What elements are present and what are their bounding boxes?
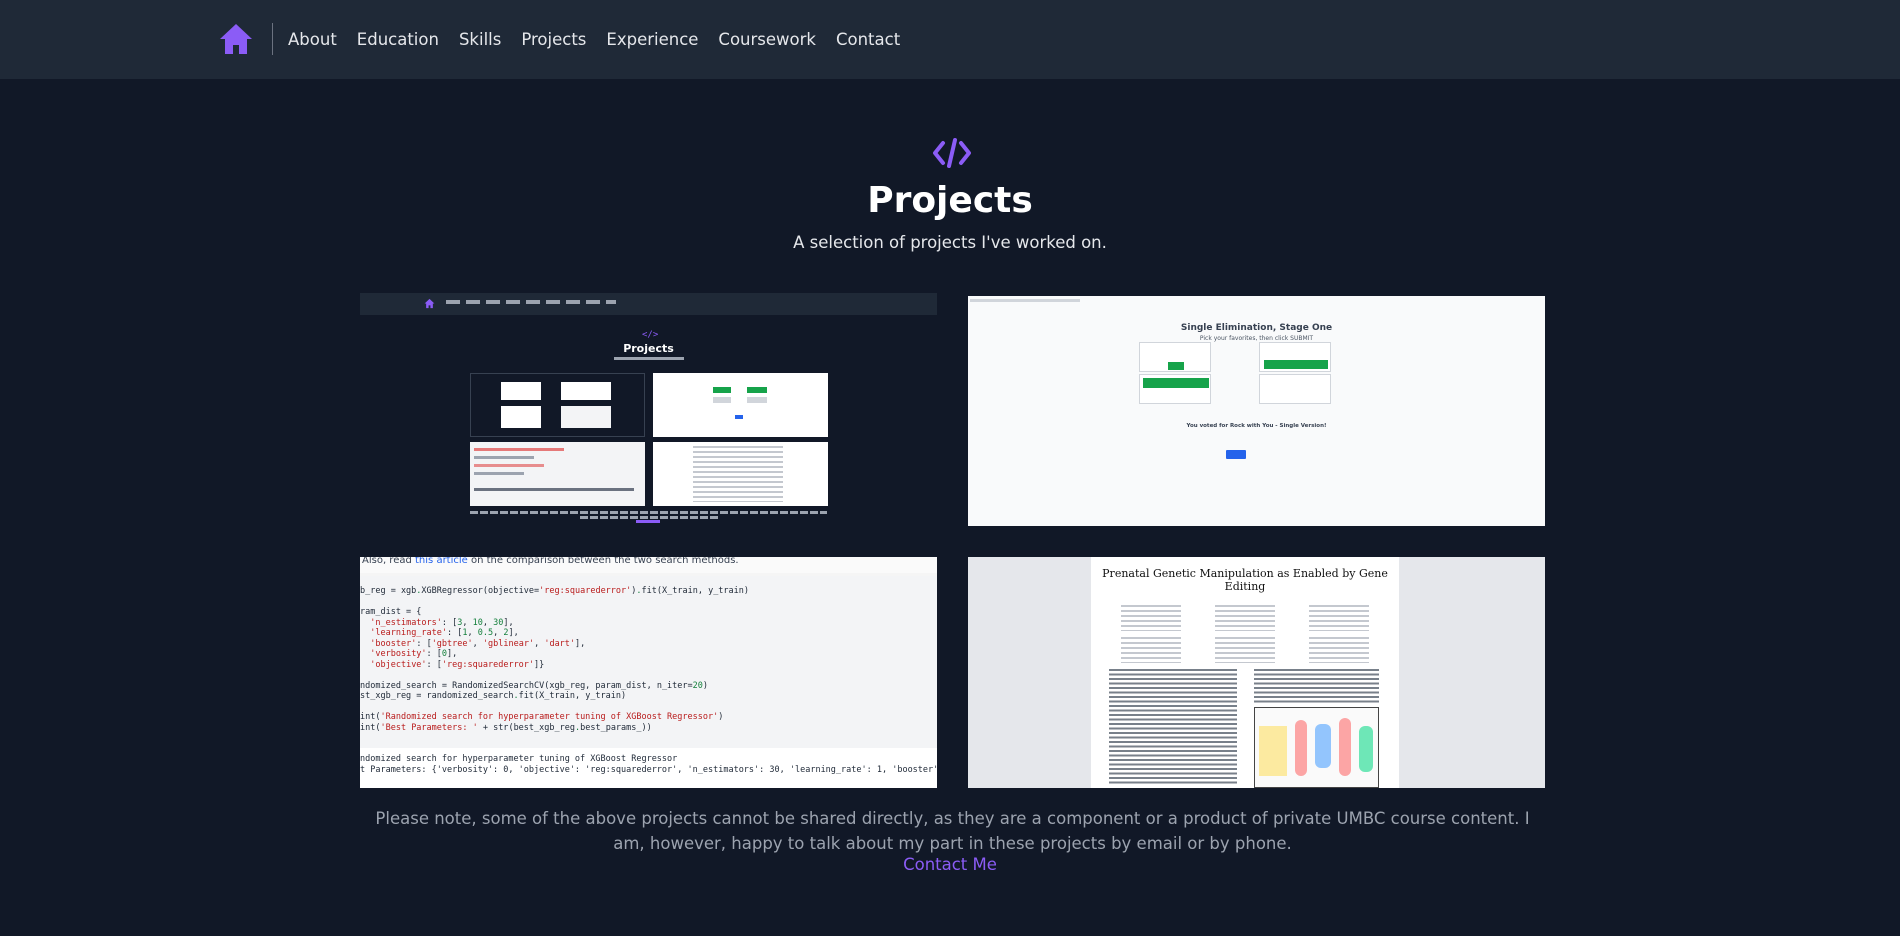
right-column-text [1254, 669, 1379, 703]
abstract-text [1109, 669, 1237, 784]
mini-title: Projects [623, 342, 674, 355]
nav-link-experience[interactable]: Experience [606, 30, 698, 49]
author-block-6 [1309, 637, 1369, 663]
mini-thumb-4 [653, 442, 828, 506]
project-card-gene-editing-paper[interactable]: Prenatal Genetic Manipulation as Enabled… [968, 557, 1545, 788]
code-line: ndomized_search = RandomizedSearchCV(xgb… [360, 680, 709, 691]
mini-thumb-1 [470, 373, 645, 437]
code-line: 'objective': ['reg:squarederror']} [370, 659, 545, 670]
section-subtitle: A selection of projects I've worked on. [793, 233, 1107, 252]
home-icon [220, 24, 252, 54]
code-line: 'booster': ['gbtree', 'gblinear', 'dart'… [370, 638, 586, 649]
nav-links: About Education Skills Projects Experien… [288, 0, 920, 79]
mini-contact-link [636, 520, 660, 523]
mini-subtitle [614, 357, 684, 360]
project-card-portfolio[interactable]: </> Projects [360, 293, 937, 523]
output-line: ndomized search for hyperparameter tunin… [360, 754, 678, 764]
navbar: About Education Skills Projects Experien… [0, 0, 1900, 79]
code-line: int('Randomized search for hyperparamete… [360, 712, 724, 722]
author-block-1 [1121, 605, 1181, 631]
mini-caption-2 [580, 516, 720, 519]
browser-url [970, 299, 1080, 302]
choice-box-1 [1139, 342, 1211, 372]
notebook-note: Also, read this article on the compariso… [360, 557, 937, 573]
voted-message: You voted for Rock with You - Single Ver… [1186, 423, 1327, 429]
code-line: ram_dist = { [360, 607, 422, 617]
code-line: 'verbosity': [0], [370, 649, 458, 659]
code-line: st_xgb_reg = randomized_search.fit(X_tra… [360, 691, 627, 701]
choice-box-2 [1259, 342, 1331, 372]
author-block-5 [1215, 637, 1275, 663]
nav-link-skills[interactable]: Skills [459, 30, 501, 49]
nav-link-projects[interactable]: Projects [521, 30, 586, 49]
note-prefix: Also, read [362, 557, 416, 566]
code-line: 'n_estimators': [3, 10, 30], [370, 617, 514, 628]
home-link[interactable] [218, 21, 254, 57]
project-card-voting-app[interactable]: Single Elimination, Stage One Pick your … [968, 296, 1545, 526]
nav-link-coursework[interactable]: Coursework [718, 30, 816, 49]
mini-nav-links [446, 300, 616, 304]
code-line: 'learning_rate': [1, 0.5, 2], [370, 628, 519, 638]
article-link: this article [415, 557, 468, 566]
code-line: int('Best Parameters: ' + str(best_xgb_r… [360, 722, 652, 733]
paper-title: Prenatal Genetic Manipulation as Enabled… [1102, 567, 1388, 593]
code-line: b_reg = xgb.XGBRegressor(objective='reg:… [360, 586, 750, 596]
author-block-4 [1121, 637, 1181, 663]
choice-box-3 [1139, 374, 1211, 404]
choice-box-4 [1259, 374, 1331, 404]
nav-link-about[interactable]: About [288, 30, 337, 49]
output-cell: ndomized search for hyperparameter tunin… [360, 748, 937, 788]
contact-me-link[interactable]: Contact Me [0, 855, 1900, 874]
voting-subtitle: Pick your favorites, then click SUBMIT [1199, 335, 1314, 342]
output-line: t Parameters: {'verbosity': 0, 'objectiv… [360, 764, 937, 775]
disclaimer-note: Please note, some of the above projects … [375, 809, 1530, 853]
nav-link-education[interactable]: Education [357, 30, 439, 49]
section-title: Projects [867, 180, 1033, 221]
code-cell: b_reg = xgb.XGBRegressor(objective='reg:… [360, 576, 937, 752]
paper-page: Prenatal Genetic Manipulation as Enabled… [1091, 557, 1399, 788]
browser-bar [968, 296, 1545, 306]
voting-title: Single Elimination, Stage One [1180, 323, 1333, 333]
author-block-2 [1215, 605, 1275, 631]
mini-caption [470, 511, 827, 514]
mini-thumb-2 [653, 373, 828, 437]
mini-code-icon: </> [642, 330, 659, 340]
mini-thumb-3 [470, 442, 645, 506]
mini-home-icon [424, 298, 435, 309]
nav-link-contact[interactable]: Contact [836, 30, 900, 49]
gene-editing-figure [1254, 707, 1379, 788]
nav-divider [272, 23, 273, 55]
mini-navbar [360, 293, 937, 315]
author-block-3 [1309, 605, 1369, 631]
project-card-xgboost-notebook[interactable]: Also, read this article on the compariso… [360, 557, 937, 788]
code-icon [933, 138, 971, 168]
submit-button [1226, 450, 1246, 459]
note-suffix: on the comparison between the two search… [467, 557, 739, 566]
